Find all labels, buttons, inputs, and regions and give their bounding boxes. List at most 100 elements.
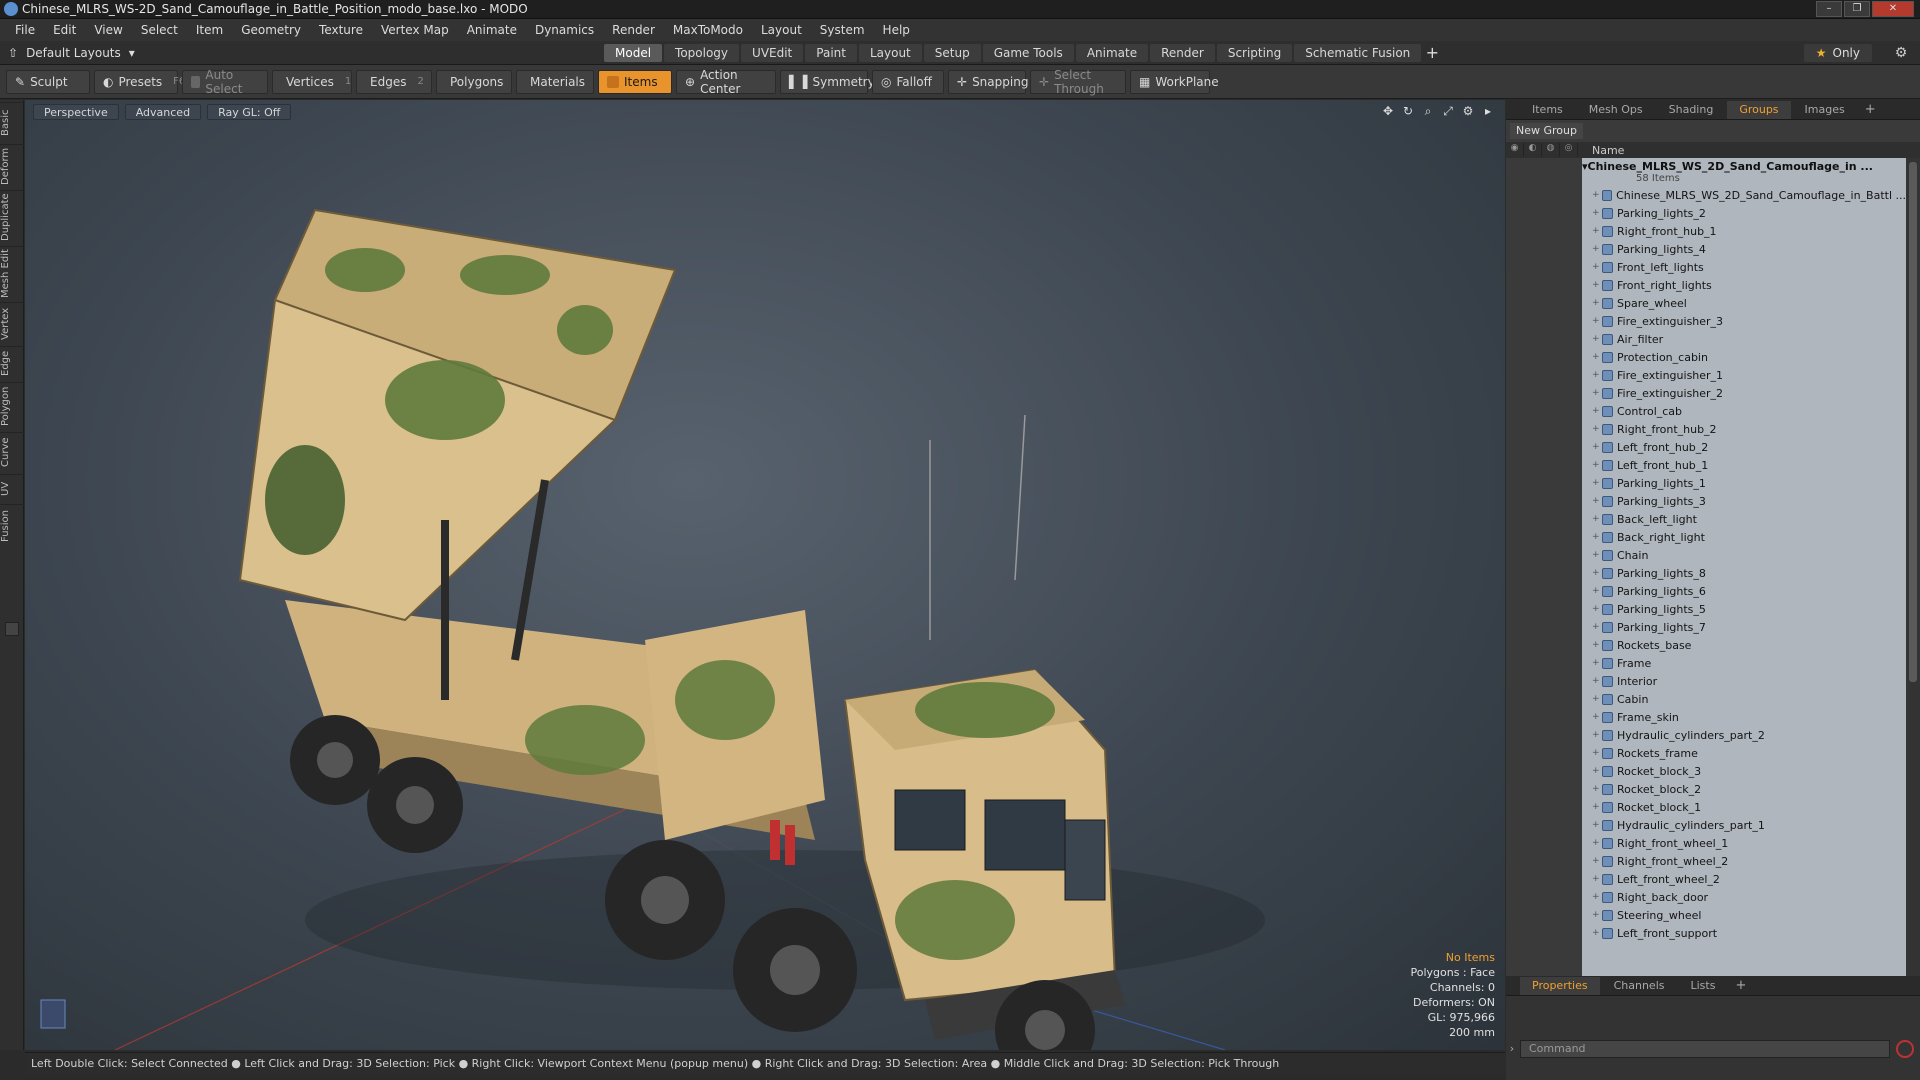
- tab-scripting[interactable]: Scripting: [1216, 44, 1293, 62]
- expand-icon[interactable]: +: [1592, 640, 1602, 650]
- expand-icon[interactable]: +: [1592, 244, 1602, 254]
- tab-lists[interactable]: Lists: [1679, 977, 1728, 995]
- chevron-right-icon[interactable]: ▸: [1481, 104, 1495, 118]
- tab-mesh-ops[interactable]: Mesh Ops: [1577, 101, 1655, 119]
- tree-item-row[interactable]: + Interior: [1582, 672, 1906, 690]
- tree-item-row[interactable]: + Steering_wheel: [1582, 906, 1906, 924]
- expand-icon[interactable]: +: [1592, 316, 1602, 326]
- expand-icon[interactable]: +: [1592, 892, 1602, 902]
- polygons-button[interactable]: Polygons: [436, 69, 512, 94]
- record-icon[interactable]: [1896, 1040, 1914, 1058]
- expand-icon[interactable]: +: [1592, 370, 1602, 380]
- tab-channels[interactable]: Channels: [1602, 977, 1677, 995]
- menu-system[interactable]: System: [811, 23, 874, 37]
- falloff-button[interactable]: ◎ Falloff: [872, 69, 944, 94]
- lock-col-icon[interactable]: ◍: [1542, 143, 1560, 157]
- expand-icon[interactable]: +: [1592, 730, 1602, 740]
- menu-maxtomodo[interactable]: MaxToModo: [664, 23, 752, 37]
- tab-layout[interactable]: Layout: [858, 44, 922, 62]
- expand-icon[interactable]: +: [1592, 424, 1602, 434]
- add-tab-button[interactable]: +: [1423, 44, 1441, 62]
- zoom-icon[interactable]: ⌕: [1421, 104, 1435, 118]
- tree-item-row[interactable]: + Back_left_light: [1582, 510, 1906, 528]
- menu-item[interactable]: Item: [187, 23, 232, 37]
- expand-icon[interactable]: +: [1592, 694, 1602, 704]
- vtab-edge[interactable]: Edge: [0, 346, 24, 380]
- tree-item-row[interactable]: + Front_right_lights: [1582, 276, 1906, 294]
- menu-texture[interactable]: Texture: [310, 23, 372, 37]
- tree-item-row[interactable]: + Front_left_lights: [1582, 258, 1906, 276]
- menu-vertex-map[interactable]: Vertex Map: [372, 23, 458, 37]
- tree-item-row[interactable]: + Rockets_base: [1582, 636, 1906, 654]
- expand-icon[interactable]: +: [1592, 874, 1602, 884]
- scrollbar-thumb[interactable]: [1909, 162, 1917, 682]
- tab-images[interactable]: Images: [1793, 101, 1857, 119]
- vtab-polygon[interactable]: Polygon: [0, 382, 24, 430]
- expand-icon[interactable]: +: [1592, 388, 1602, 398]
- expand-icon[interactable]: +: [1592, 712, 1602, 722]
- tab-shading[interactable]: Shading: [1657, 101, 1726, 119]
- group-row[interactable]: ▾ Chinese_MLRS_WS_2D_Sand_Camouflage_in …: [1582, 158, 1906, 174]
- move-icon[interactable]: ✥: [1381, 104, 1395, 118]
- menu-dynamics[interactable]: Dynamics: [526, 23, 603, 37]
- tree-item-row[interactable]: + Rocket_block_2: [1582, 780, 1906, 798]
- materials-button[interactable]: Materials: [516, 69, 594, 94]
- close-button[interactable]: ✕: [1872, 1, 1914, 17]
- select-through-button[interactable]: ✛ Select Through: [1030, 68, 1126, 96]
- expand-icon[interactable]: +: [1592, 478, 1602, 488]
- expand-icon[interactable]: +: [1592, 766, 1602, 776]
- tree-item-row[interactable]: + Parking_lights_5: [1582, 600, 1906, 618]
- tree-item-row[interactable]: + Left_front_hub_2: [1582, 438, 1906, 456]
- 3d-viewport[interactable]: Perspective Advanced Ray GL: Off ✥ ↻ ⌕ ⤢…: [25, 100, 1505, 1050]
- select-col-icon[interactable]: ◎: [1560, 143, 1578, 157]
- tree-item-row[interactable]: + Right_front_wheel_1: [1582, 834, 1906, 852]
- expand-icon[interactable]: +: [1592, 802, 1602, 812]
- vtab-fusion[interactable]: Fusion: [0, 504, 24, 548]
- menu-file[interactable]: File: [6, 23, 44, 37]
- menu-animate[interactable]: Animate: [458, 23, 526, 37]
- expand-icon[interactable]: +: [1592, 298, 1602, 308]
- tree-item-row[interactable]: + Right_front_wheel_2: [1582, 852, 1906, 870]
- tree-item-row[interactable]: + Protection_cabin: [1582, 348, 1906, 366]
- tab-game-tools[interactable]: Game Tools: [982, 44, 1074, 62]
- fit-icon[interactable]: ⤢: [1441, 104, 1455, 118]
- tab-groups[interactable]: Groups: [1727, 100, 1791, 119]
- vtab-vertex[interactable]: Vertex: [0, 302, 24, 344]
- expand-icon[interactable]: +: [1592, 334, 1602, 344]
- rotate-icon[interactable]: ↻: [1401, 104, 1415, 118]
- tree-item-row[interactable]: + Frame_skin: [1582, 708, 1906, 726]
- menu-help[interactable]: Help: [874, 23, 919, 37]
- expand-icon[interactable]: +: [1592, 838, 1602, 848]
- expand-icon[interactable]: +: [1592, 550, 1602, 560]
- expand-icon[interactable]: +: [1592, 442, 1602, 452]
- expand-icon[interactable]: +: [1592, 496, 1602, 506]
- tree-item-row[interactable]: + Hydraulic_cylinders_part_1: [1582, 816, 1906, 834]
- tab-setup[interactable]: Setup: [923, 44, 981, 62]
- minimize-button[interactable]: –: [1816, 1, 1842, 17]
- tree-item-row[interactable]: + Control_cab: [1582, 402, 1906, 420]
- menu-edit[interactable]: Edit: [44, 23, 85, 37]
- auto-select-button[interactable]: Auto Select: [182, 68, 268, 96]
- tab-schematic-fusion[interactable]: Schematic Fusion: [1294, 44, 1422, 62]
- visibility-col-icon[interactable]: ◉: [1506, 143, 1524, 157]
- tree-item-row[interactable]: + Spare_wheel: [1582, 294, 1906, 312]
- action-center-button[interactable]: ⊕ Action Center: [676, 68, 776, 96]
- expand-icon[interactable]: +: [1592, 226, 1602, 236]
- expand-icon[interactable]: +: [1592, 514, 1602, 524]
- vtab-mesh-edit[interactable]: Mesh Edit: [0, 246, 24, 300]
- expand-icon[interactable]: +: [1592, 604, 1602, 614]
- only-toggle[interactable]: ★ Only: [1803, 44, 1872, 62]
- advanced-tab[interactable]: Advanced: [124, 104, 202, 120]
- expand-icon[interactable]: +: [1592, 352, 1602, 362]
- tab-items[interactable]: Items: [1520, 101, 1575, 119]
- tree-item-row[interactable]: + Parking_lights_7: [1582, 618, 1906, 636]
- expand-icon[interactable]: +: [1592, 910, 1602, 920]
- expand-icon[interactable]: +: [1592, 532, 1602, 542]
- raygl-tab[interactable]: Ray GL: Off: [207, 104, 292, 120]
- expand-icon[interactable]: +: [1592, 676, 1602, 686]
- workplane-button[interactable]: ▦ WorkPlane: [1130, 69, 1219, 94]
- tab-animate[interactable]: Animate: [1075, 44, 1149, 62]
- sculpt-button[interactable]: ✎ Sculpt: [6, 69, 90, 94]
- tree-item-row[interactable]: + Left_front_hub_1: [1582, 456, 1906, 474]
- menu-layout[interactable]: Layout: [752, 23, 811, 37]
